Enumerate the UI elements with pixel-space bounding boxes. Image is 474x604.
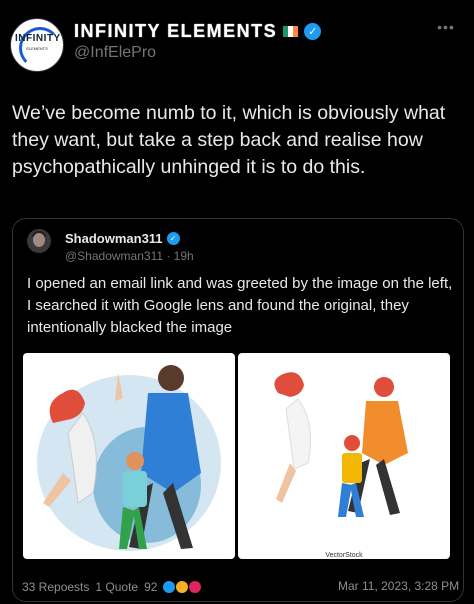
reactions-count[interactable]: 92 xyxy=(144,580,157,594)
thumbs-up-icon xyxy=(163,581,176,593)
tweet-stats: 33 Repoests 1 Quote 92 xyxy=(22,578,202,596)
display-name-text[interactable]: INFINITY ELEMENTS xyxy=(74,21,277,42)
quoted-tweet-text: I opened an email link and was greeted b… xyxy=(27,275,453,336)
quoted-avatar[interactable] xyxy=(27,229,51,253)
quoted-handle-time: @Shadowman311 · 19h xyxy=(65,249,194,263)
attached-image-right[interactable]: VectorStock xyxy=(238,353,450,559)
display-name[interactable]: INFINITY ELEMENTS ✓ xyxy=(74,20,322,42)
more-button[interactable]: ••• xyxy=(432,20,460,36)
sad-face-icon xyxy=(176,581,189,593)
tweet-timestamp[interactable]: Mar 11, 2023, 3:28 PM xyxy=(338,579,459,593)
verified-icon: ✓ xyxy=(304,22,322,40)
ireland-flag-icon xyxy=(283,25,299,37)
quoted-display-name[interactable]: Shadowman311 ✓ xyxy=(65,231,180,246)
image-watermark: VectorStock xyxy=(325,552,363,559)
handle[interactable]: @InfElePro xyxy=(74,44,156,62)
angry-face-icon xyxy=(189,581,202,593)
quoted-tweet-card[interactable]: Shadowman311 ✓ @Shadowman311 · 19h I ope… xyxy=(12,218,464,602)
attached-image-left[interactable] xyxy=(23,353,235,559)
family-dancing-illustration-edited xyxy=(37,365,221,551)
quoted-display-name-text[interactable]: Shadowman311 xyxy=(65,231,163,246)
reposts-count[interactable]: 33 Repoests xyxy=(22,580,89,594)
family-dancing-illustration-original xyxy=(274,372,408,517)
reaction-icons[interactable] xyxy=(163,581,202,593)
quotes-count[interactable]: 1 Quote xyxy=(95,580,138,594)
avatar[interactable]: INFINITY ELEMENTS xyxy=(10,18,64,72)
tweet-text: We’ve become numb to it, which is obviou… xyxy=(12,102,446,178)
avatar-logo-text: INFINITY xyxy=(15,33,61,44)
avatar-logo-subtext: ELEMENTS xyxy=(26,46,48,51)
verified-icon: ✓ xyxy=(166,232,180,245)
top-strip xyxy=(0,0,474,6)
